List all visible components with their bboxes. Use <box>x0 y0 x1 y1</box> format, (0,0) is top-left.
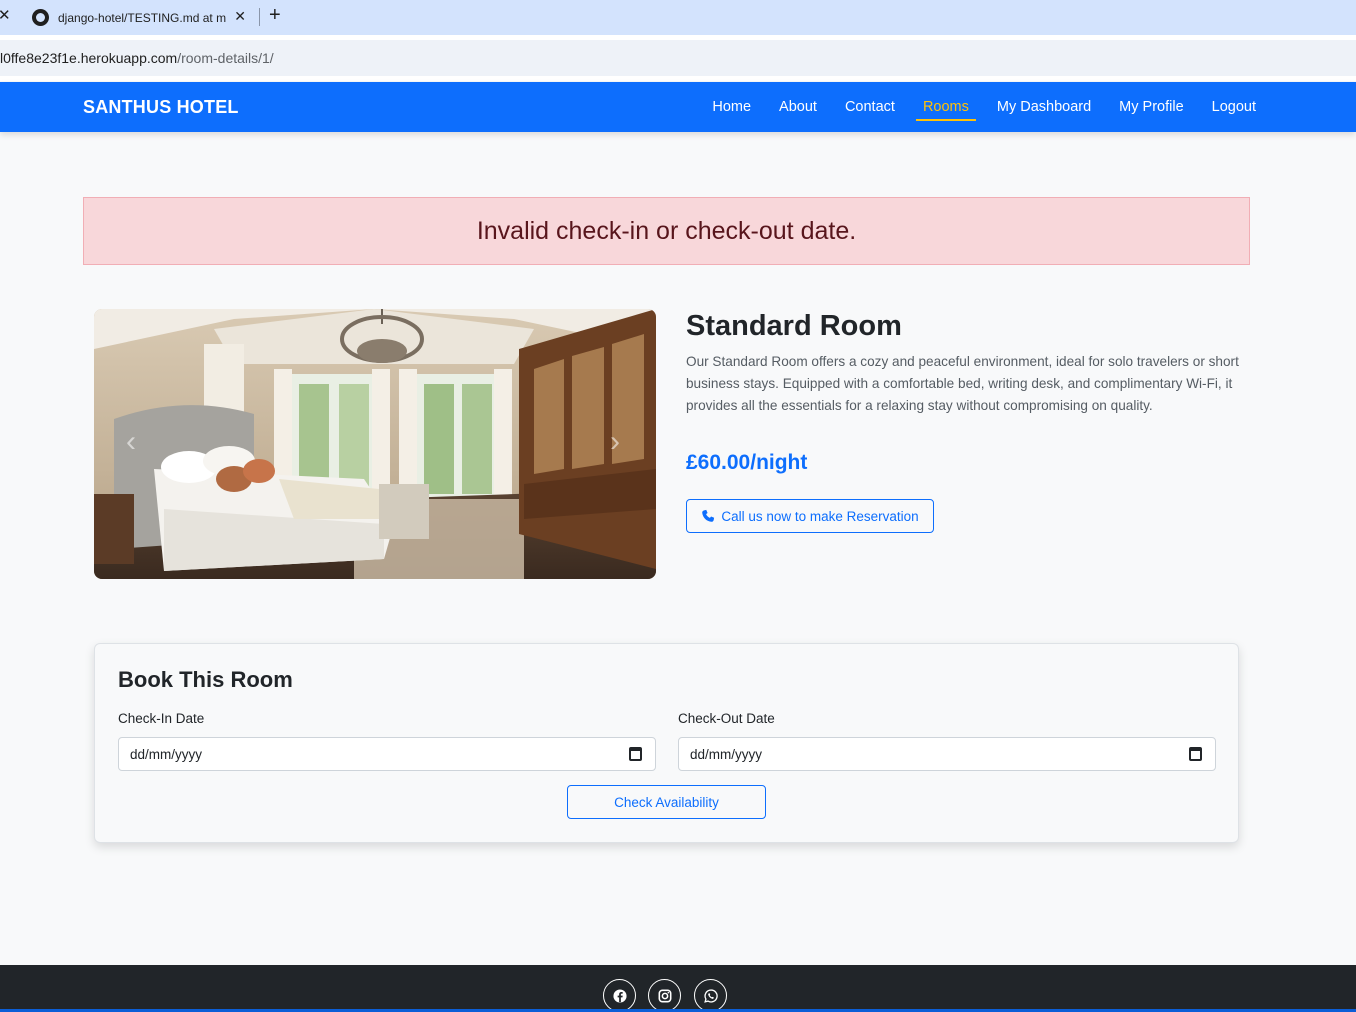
booking-form-card: Book This Room Check-In Date dd/mm/yyyy … <box>94 643 1239 843</box>
checkout-date-input[interactable]: dd/mm/yyyy <box>678 737 1216 771</box>
github-icon <box>32 9 49 26</box>
nav-my-dashboard[interactable]: My Dashboard <box>997 94 1091 120</box>
check-availability-button[interactable]: Check Availability <box>567 785 766 819</box>
browser-tab[interactable]: django-hotel/TESTING.md at m ✕ <box>20 0 258 35</box>
booking-title: Book This Room <box>118 667 293 692</box>
instagram-icon[interactable] <box>648 979 681 1012</box>
whatsapp-icon[interactable] <box>694 979 727 1012</box>
calendar-icon[interactable] <box>1189 747 1202 761</box>
nav-logout[interactable]: Logout <box>1212 94 1256 120</box>
room-title: Standard Room <box>686 310 902 342</box>
tab-close-icon[interactable]: ✕ <box>234 8 246 25</box>
alert-message: Invalid check-in or check-out date. <box>476 216 857 245</box>
carousel-prev-icon[interactable]: ‹ <box>126 427 136 457</box>
nav-links: Home About Contact Rooms My Dashboard My… <box>684 82 1256 132</box>
call-button-label: Call us now to make Reservation <box>721 508 919 524</box>
checkin-date-value: dd/mm/yyyy <box>130 746 203 762</box>
nav-contact[interactable]: Contact <box>845 94 895 120</box>
address-bar: l0ffe8e23f1e.herokuapp.com/room-details/… <box>0 35 1356 81</box>
site-navbar: SANTHUS HOTEL Home About Contact Rooms M… <box>0 82 1356 132</box>
brand-logo[interactable]: SANTHUS HOTEL <box>83 97 239 118</box>
checkin-date-input[interactable]: dd/mm/yyyy <box>118 737 656 771</box>
room-image-carousel[interactable]: ‹ › <box>94 309 656 579</box>
browser-tab-bar: ✕ django-hotel/TESTING.md at m ✕ + <box>0 0 1356 35</box>
close-icon[interactable]: ✕ <box>0 6 11 24</box>
call-reservation-button[interactable]: Call us now to make Reservation <box>686 499 934 533</box>
error-alert: Invalid check-in or check-out date. <box>83 197 1250 265</box>
url-field[interactable]: l0ffe8e23f1e.herokuapp.com/room-details/… <box>0 40 1356 76</box>
phone-icon <box>702 509 715 522</box>
carousel-next-icon[interactable]: › <box>610 427 620 457</box>
tab-title: django-hotel/TESTING.md at m <box>58 10 226 25</box>
room-photo <box>94 309 656 579</box>
url-path: /room-details/1/ <box>177 50 274 66</box>
facebook-icon[interactable] <box>603 979 636 1012</box>
checkout-date-value: dd/mm/yyyy <box>690 746 763 762</box>
room-price: £60.00/night <box>686 451 808 474</box>
nav-rooms[interactable]: Rooms <box>915 94 976 121</box>
room-description: Our Standard Room offers a cozy and peac… <box>686 354 1239 413</box>
tab-divider <box>259 8 260 26</box>
site-footer <box>0 965 1356 1012</box>
checkout-label: Check-Out Date <box>678 711 775 726</box>
checkin-label: Check-In Date <box>118 711 205 726</box>
calendar-icon[interactable] <box>629 747 642 761</box>
new-tab-icon[interactable]: + <box>269 4 281 27</box>
url-host: l0ffe8e23f1e.herokuapp.com <box>0 50 178 66</box>
nav-home[interactable]: Home <box>712 94 751 120</box>
nav-my-profile[interactable]: My Profile <box>1119 94 1183 120</box>
nav-about[interactable]: About <box>779 94 817 120</box>
